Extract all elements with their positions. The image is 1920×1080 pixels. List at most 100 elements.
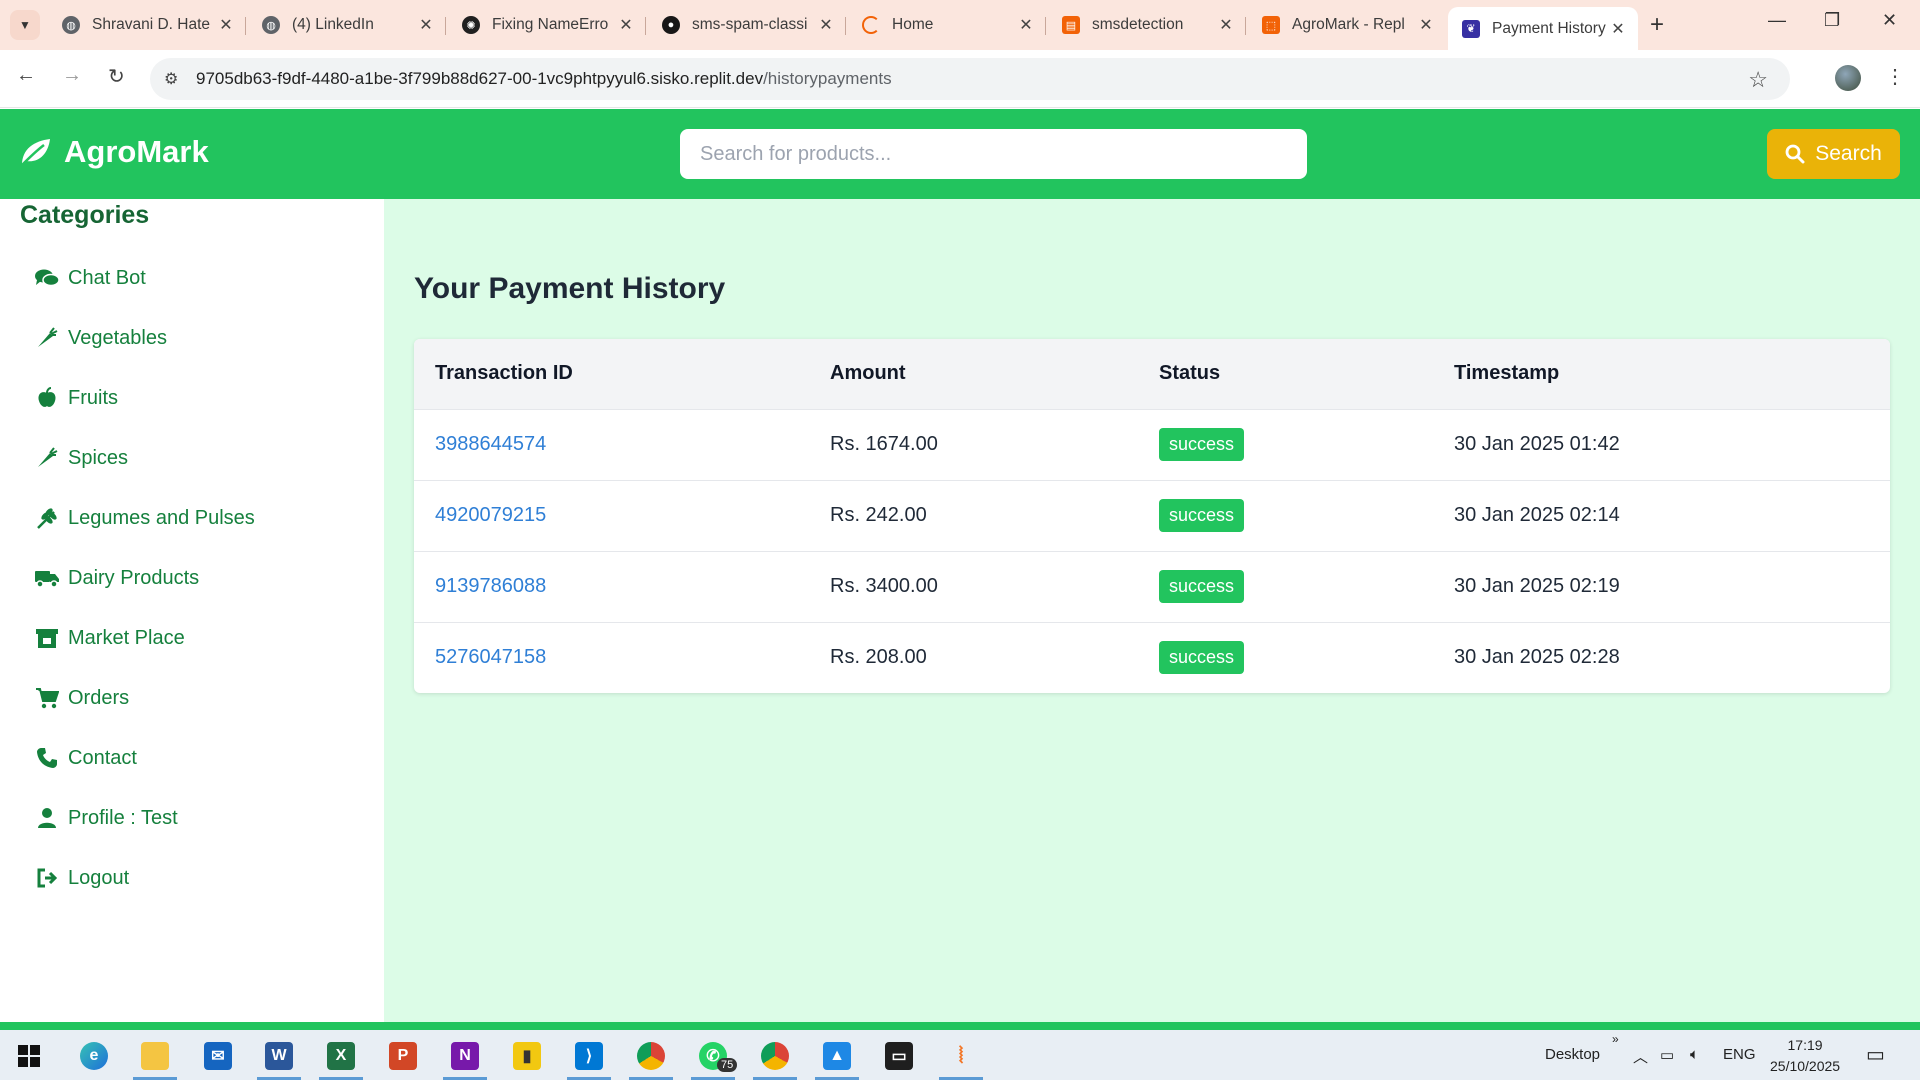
logout-icon [34, 867, 60, 889]
sidebar-item-logout[interactable]: Logout [34, 863, 129, 893]
onenote-icon[interactable]: N [443, 1036, 487, 1080]
status-cell: success [1138, 480, 1433, 551]
openai-icon: ✺ [462, 16, 480, 34]
edge-icon[interactable]: e [72, 1036, 116, 1076]
browser-tab-active[interactable]: ❦ Payment History ✕ [1448, 7, 1638, 50]
jupyter-icon[interactable]: ⦚ [939, 1036, 983, 1080]
search-button-label: Search [1815, 142, 1882, 165]
sidebar-title: Categories [20, 201, 150, 229]
sidebar-item-dairy-products[interactable]: Dairy Products [34, 563, 199, 593]
restore-icon[interactable]: ❐ [1824, 10, 1840, 31]
chevron-right-icon[interactable]: » [1612, 1032, 1619, 1046]
clock[interactable]: 17:19 25/10/2025 [1770, 1035, 1840, 1077]
url-path: /historypayments [763, 69, 892, 88]
close-icon[interactable]: ✕ [1016, 15, 1036, 35]
status-badge: success [1159, 570, 1245, 603]
vscode-icon[interactable]: ⟩ [567, 1036, 611, 1080]
browser-tab[interactable]: ⬚ AgroMark - Repl ✕ [1248, 7, 1446, 43]
transaction-id-link[interactable]: 4920079215 [414, 480, 809, 551]
close-icon[interactable]: ✕ [216, 15, 236, 35]
close-icon[interactable]: ✕ [416, 15, 436, 35]
chrome-profile-icon[interactable] [629, 1036, 673, 1080]
windows-start-icon[interactable] [18, 1045, 40, 1067]
sidebar-item-market-place[interactable]: Market Place [34, 623, 185, 653]
close-icon[interactable]: ✕ [1608, 19, 1628, 39]
address-bar[interactable]: ⚙ 9705db63-f9df-4480-a1be-3f799b88d627-0… [150, 58, 1790, 100]
sidebar-item-profile[interactable]: Profile : Test [34, 803, 178, 833]
sidebar-item-label: Dairy Products [68, 566, 200, 589]
pepper-icon [34, 447, 60, 469]
tab-search-chevron-icon[interactable]: ▼ [10, 10, 40, 40]
tab-title: sms-spam-classi [692, 16, 808, 33]
browser-tab[interactable]: ▤ smsdetection ✕ [1048, 7, 1246, 43]
brand-logo[interactable]: AgroMark [18, 134, 209, 170]
file-explorer-icon[interactable] [133, 1036, 177, 1080]
transaction-id-link[interactable]: 5276047158 [414, 622, 809, 693]
battery-icon[interactable]: ▭ [1660, 1046, 1674, 1064]
status-badge: success [1159, 428, 1245, 461]
loading-icon [862, 16, 880, 34]
minimize-icon[interactable]: — [1768, 10, 1786, 31]
browser-menu-icon[interactable]: ⋮ [1885, 64, 1905, 89]
power-bi-icon[interactable]: ▮ [505, 1036, 549, 1076]
window-close-icon[interactable]: ✕ [1882, 10, 1897, 31]
terminal-icon[interactable]: ▭ [877, 1036, 921, 1076]
browser-tab[interactable]: Home ✕ [848, 7, 1046, 43]
payment-history-table: Transaction ID Amount Status Timestamp 3… [414, 339, 1890, 693]
comments-icon [34, 268, 60, 288]
sidebar-item-spices[interactable]: Spices [34, 443, 128, 473]
product-search-input[interactable] [680, 129, 1307, 179]
browser-tab[interactable]: ◍ Shravani D. Hate ✕ [48, 7, 246, 43]
globe-icon: ◍ [62, 16, 80, 34]
powerpoint-icon[interactable]: P [381, 1036, 425, 1076]
sidebar-item-fruits[interactable]: Fruits [34, 383, 118, 413]
chrome-icon[interactable] [753, 1036, 797, 1080]
leaf-page-icon: ❦ [1462, 19, 1480, 38]
transaction-id-link[interactable]: 3988644574 [414, 409, 809, 480]
excel-icon[interactable]: X [319, 1036, 363, 1080]
browser-tab[interactable]: ◍ (4) LinkedIn ✕ [248, 7, 446, 43]
sidebar-item-orders[interactable]: Orders [34, 683, 129, 713]
photos-icon[interactable]: ▲ [815, 1036, 859, 1080]
sidebar-item-label: Fruits [68, 386, 118, 409]
sidebar-item-vegetables[interactable]: Vegetables [34, 323, 167, 353]
tab-title: smsdetection [1092, 16, 1184, 33]
sidebar-item-contact[interactable]: Contact [34, 743, 137, 773]
language-indicator[interactable]: ENG [1723, 1046, 1756, 1063]
table-row: 4920079215 Rs. 242.00 success 30 Jan 202… [414, 480, 1890, 551]
whatsapp-icon[interactable]: ✆ 75 [691, 1036, 738, 1080]
new-tab-plus-icon[interactable]: + [1650, 11, 1664, 39]
sidebar-item-label: Contact [68, 746, 137, 769]
timestamp-cell: 30 Jan 2025 02:19 [1454, 575, 1620, 597]
notebook-icon: ▤ [1062, 16, 1080, 34]
close-icon[interactable]: ✕ [816, 15, 836, 35]
sidebar-item-label: Market Place [68, 626, 185, 649]
sidebar-item-label: Profile : Test [68, 806, 178, 829]
site-settings-icon[interactable]: ⚙ [164, 69, 178, 89]
reload-icon[interactable]: ↻ [108, 64, 125, 89]
browser-tab[interactable]: ● sms-spam-classi ✕ [648, 7, 846, 43]
cart-icon [34, 687, 60, 709]
profile-avatar[interactable] [1835, 65, 1861, 91]
tray-overflow-chevron-icon[interactable]: ︿ [1633, 1046, 1648, 1067]
bookmark-star-icon[interactable]: ☆ [1748, 67, 1768, 93]
volume-icon[interactable]: 🔈︎ [1690, 1046, 1699, 1063]
close-icon[interactable]: ✕ [1416, 15, 1436, 35]
clock-date: 25/10/2025 [1770, 1058, 1841, 1074]
forward-arrow-icon[interactable]: → [62, 64, 82, 87]
timestamp-cell: 30 Jan 2025 02:14 [1454, 504, 1620, 526]
browser-tab[interactable]: ✺ Fixing NameErro ✕ [448, 7, 646, 43]
desktop-label[interactable]: Desktop [1545, 1046, 1600, 1063]
sidebar-item-legumes-and-pulses[interactable]: Legumes and Pulses [34, 503, 255, 533]
back-arrow-icon[interactable]: ← [16, 64, 36, 87]
search-button[interactable]: Search [1767, 129, 1900, 179]
brand-name: AgroMark [64, 134, 209, 169]
close-icon[interactable]: ✕ [1216, 15, 1236, 35]
sidebar-item-chat-bot[interactable]: Chat Bot [34, 263, 146, 293]
transaction-id-link[interactable]: 9139786088 [414, 551, 809, 622]
close-icon[interactable]: ✕ [616, 15, 636, 35]
word-icon[interactable]: W [257, 1036, 301, 1080]
sidebar-item-label: Legumes and Pulses [68, 506, 255, 529]
mail-icon[interactable]: ✉ [196, 1036, 240, 1076]
notifications-icon[interactable]: ▭ [1866, 1042, 1885, 1067]
